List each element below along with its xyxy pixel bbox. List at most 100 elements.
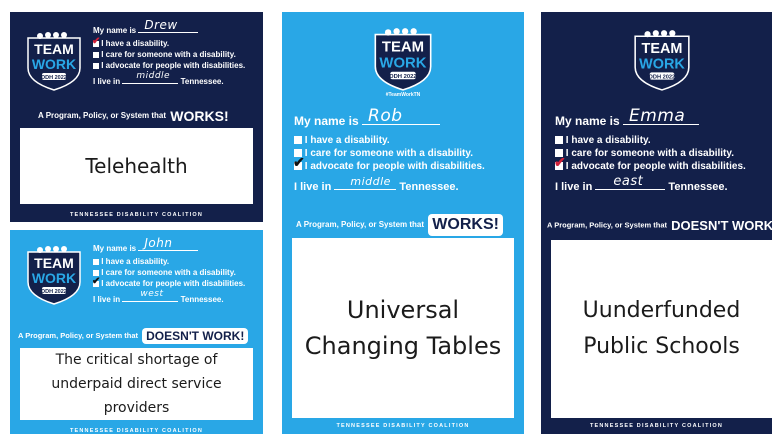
- form-fields: My name is Emma I have a disability. I c…: [554, 106, 746, 194]
- option-care: I care for someone with a disability.: [565, 148, 734, 159]
- response-text: Universal Changing Tables: [304, 296, 502, 360]
- region-field: middle: [334, 175, 397, 190]
- form-fields: My name is Drew ✔ I have a disability. I…: [92, 18, 246, 87]
- postcard-john: TEAM WORK DDH 2022 My name is John I hav…: [10, 230, 263, 434]
- name-prefix: My name is: [93, 244, 137, 253]
- checkbox-care: [93, 51, 99, 58]
- option-advocate: I advocate for people with disabilities.: [565, 161, 746, 172]
- program-line: A Program, Policy, or System that WORKS!: [38, 108, 229, 124]
- response-text: Uunderfunded Public Schools: [582, 298, 741, 359]
- name-field: John: [138, 236, 199, 251]
- footer-coalition: TENNESSEE DISABILITY COALITION: [336, 423, 470, 429]
- checkbox-advocate: ✔: [92, 276, 100, 287]
- logo-text-work: WORK: [379, 56, 426, 72]
- program-line: A Program, Policy, or System that DOESN'…: [547, 218, 772, 233]
- checkbox-advocate: [93, 62, 99, 69]
- logo-year: DDH 2022: [41, 75, 67, 81]
- response-text: Telehealth: [85, 154, 188, 178]
- check-mark-icon: ✔: [92, 275, 101, 287]
- option-care: I care for someone with a disability.: [101, 50, 236, 59]
- name-value: Drew: [144, 18, 178, 32]
- name-field: Drew: [138, 18, 199, 33]
- live-suffix: Tennessee.: [399, 181, 459, 193]
- option-disability: I have a disability.: [565, 135, 651, 146]
- response-box: Telehealth: [20, 128, 253, 204]
- doesnt-work-label: DOESN'T WORK!: [142, 328, 249, 344]
- teamwork-logo: TEAM WORK DDH 2022: [373, 26, 433, 92]
- live-prefix: I live in: [93, 295, 121, 304]
- name-value: Rob: [368, 106, 403, 126]
- name-value: Emma: [629, 106, 686, 126]
- form-fields: My name is Rob I have a disability. I ca…: [293, 106, 485, 194]
- logo-text-team: TEAM: [382, 40, 424, 56]
- works-label: WORKS!: [170, 108, 229, 124]
- option-care: I care for someone with a disability.: [101, 268, 236, 277]
- live-suffix: Tennessee.: [180, 295, 224, 304]
- name-value: John: [144, 236, 173, 250]
- teamwork-logo: TEAM WORK DDH 2022: [26, 244, 82, 306]
- name-field: Emma: [623, 106, 700, 126]
- check-mark-icon: ✔: [92, 35, 101, 47]
- hashtag: #TeamWorkTN: [385, 92, 421, 98]
- checkbox-disability: ✔: [92, 36, 100, 47]
- name-field: Rob: [362, 106, 441, 126]
- doesnt-work-label: DOESN'T WORK!: [671, 218, 772, 233]
- works-label: WORKS!: [428, 214, 503, 236]
- region-value: middle: [350, 175, 391, 188]
- response-box: Universal Changing Tables: [292, 238, 514, 418]
- live-prefix: I live in: [93, 77, 121, 86]
- teamwork-logo: TEAM WORK DDH 2022: [633, 28, 691, 92]
- name-prefix: My name is: [294, 114, 359, 128]
- check-mark-icon: ✔: [293, 154, 305, 171]
- response-text: The critical shortage of underpaid direc…: [51, 352, 222, 416]
- footer-coalition: TENNESSEE DISABILITY COALITION: [69, 212, 204, 218]
- region-field: east: [595, 174, 666, 190]
- footer-coalition: TENNESSEE DISABILITY COALITION: [589, 423, 724, 429]
- region-field: middle: [122, 71, 179, 84]
- logo-text-work: WORK: [639, 56, 685, 72]
- program-line: A Program, Policy, or System that WORKS!: [296, 214, 503, 236]
- logo-text-team: TEAM: [34, 255, 74, 271]
- logo-text-team: TEAM: [34, 41, 74, 57]
- logo-text-team: TEAM: [642, 41, 683, 57]
- option-disability: I have a disability.: [101, 257, 170, 266]
- program-prefix: A Program, Policy, or System that: [18, 330, 139, 340]
- region-value: east: [613, 174, 644, 189]
- checkbox-advocate: ✔: [293, 155, 305, 171]
- region-value: west: [140, 289, 164, 299]
- checkbox-disability: [93, 258, 99, 265]
- logo-year: DDH 2022: [389, 74, 417, 80]
- program-prefix: A Program, Policy, or System that: [547, 220, 668, 230]
- response-box: Uunderfunded Public Schools: [551, 240, 772, 418]
- option-advocate: I advocate for people with disabilities.: [101, 61, 246, 70]
- teamwork-logo: TEAM WORK DDH 2022: [26, 30, 82, 92]
- option-disability: I have a disability.: [101, 39, 170, 48]
- check-mark-icon: ✔: [554, 154, 566, 171]
- option-disability: I have a disability.: [304, 135, 390, 146]
- live-prefix: I live in: [294, 181, 332, 193]
- checkbox-disability: [294, 136, 302, 145]
- program-prefix: A Program, Policy, or System that: [296, 220, 425, 230]
- program-prefix: A Program, Policy, or System that: [38, 111, 167, 121]
- option-advocate: I advocate for people with disabilities.: [101, 279, 246, 288]
- region-value: middle: [136, 71, 171, 81]
- logo-year: DDH 2022: [649, 75, 675, 81]
- name-prefix: My name is: [555, 114, 620, 128]
- live-suffix: Tennessee.: [668, 181, 728, 193]
- postcard-drew: TEAM WORK DDH 2022 My name is Drew ✔ I h…: [10, 12, 263, 222]
- footer-coalition: TENNESSEE DISABILITY COALITION: [69, 428, 204, 434]
- program-line: A Program, Policy, or System that DOESN'…: [18, 328, 249, 344]
- region-field: west: [122, 289, 179, 302]
- option-advocate: I advocate for people with disabilities.: [304, 161, 485, 172]
- live-suffix: Tennessee.: [180, 77, 224, 86]
- postcard-rob: TEAM WORK DDH 2022 #TeamWorkTN My name i…: [282, 12, 524, 434]
- response-box: The critical shortage of underpaid direc…: [20, 348, 253, 420]
- postcard-emma: TEAM WORK DDH 2022 My name is Emma I hav…: [541, 12, 772, 434]
- form-fields: My name is John I have a disability. I c…: [92, 236, 246, 305]
- checkbox-disability: [555, 136, 563, 145]
- logo-year: DDH 2022: [41, 289, 67, 295]
- option-care: I care for someone with a disability.: [304, 148, 473, 159]
- live-prefix: I live in: [555, 181, 593, 193]
- logo-text-work: WORK: [32, 270, 76, 286]
- name-prefix: My name is: [93, 26, 137, 35]
